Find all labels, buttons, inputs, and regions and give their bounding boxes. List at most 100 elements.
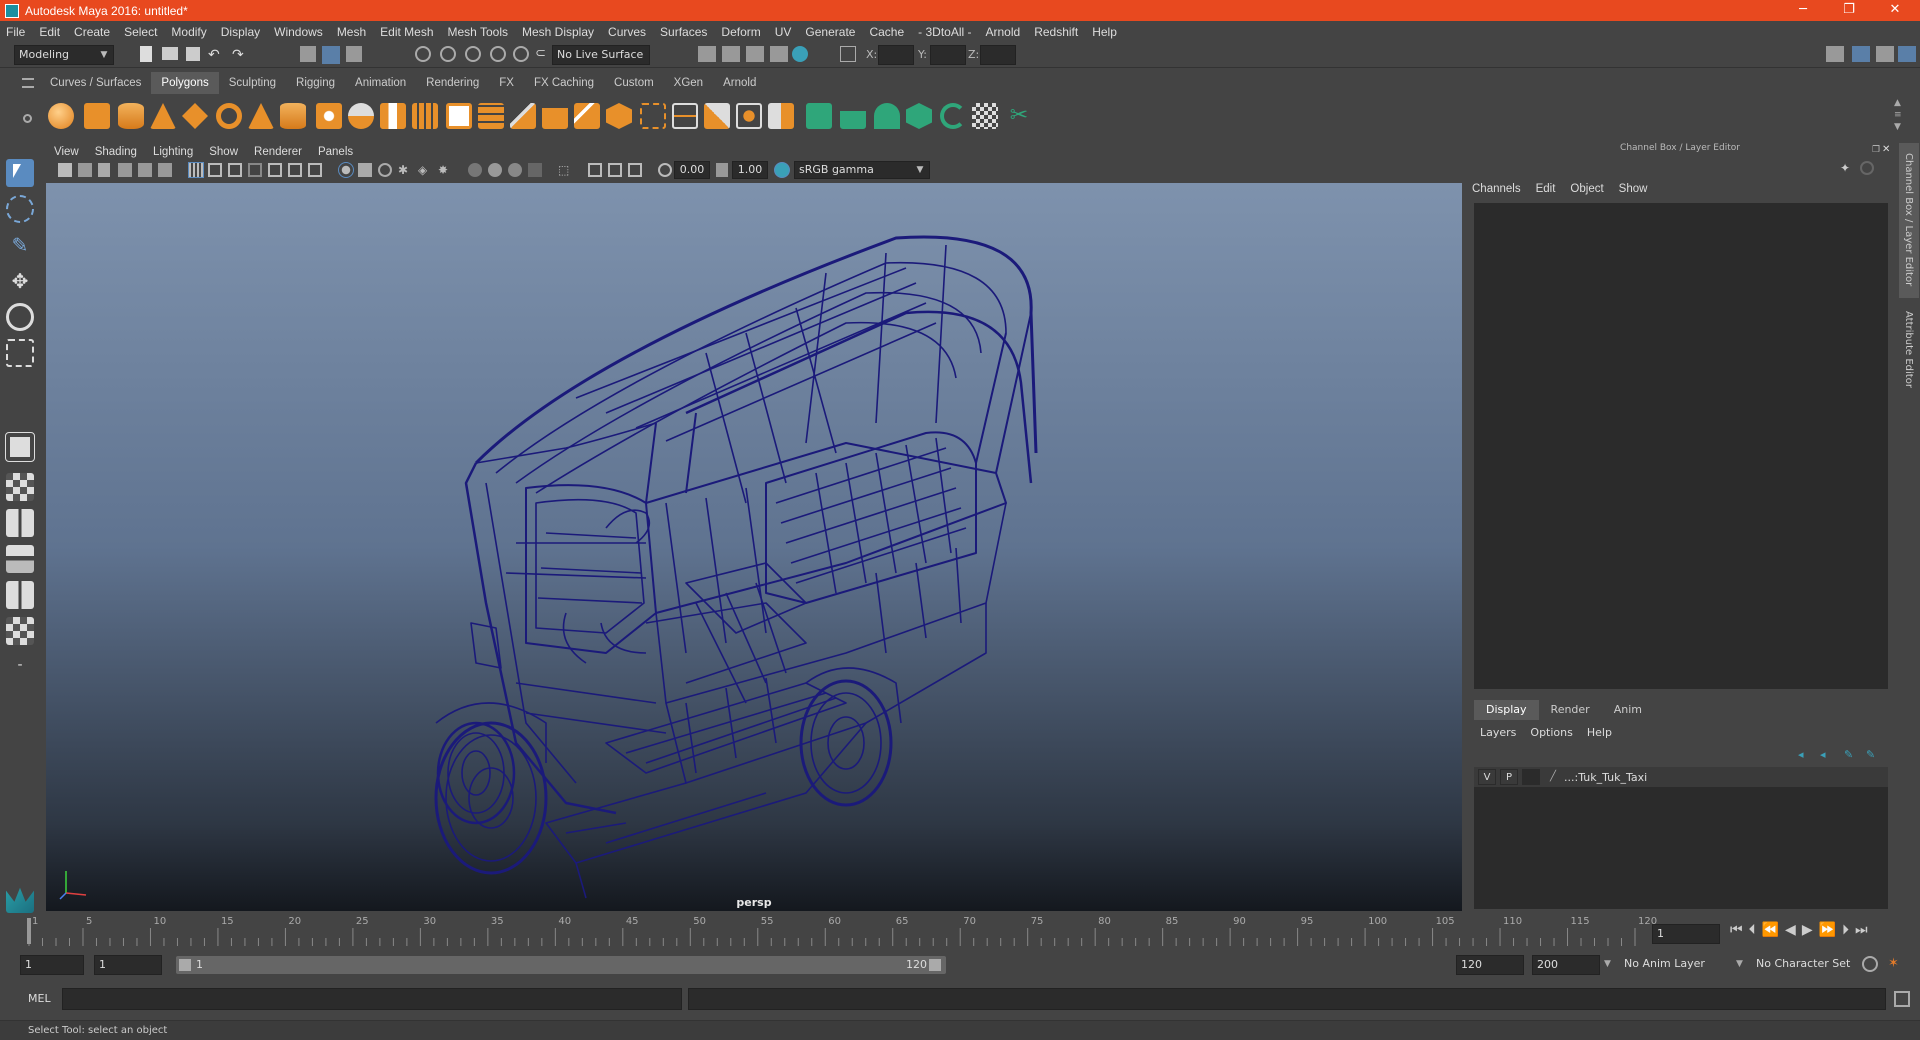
minimize-button[interactable]: ─ (1780, 0, 1826, 21)
menu-display[interactable]: Display (221, 25, 260, 39)
shelf-tab-arnold[interactable]: Arnold (713, 72, 766, 94)
render-frame-icon[interactable] (722, 46, 740, 62)
x-coordinate-field[interactable] (878, 45, 914, 65)
select-camera-icon[interactable] (58, 163, 72, 177)
perspective-viewport[interactable]: persp (46, 183, 1462, 911)
cylindrical-mapping-icon[interactable] (874, 103, 900, 129)
step-back-frame-icon[interactable]: ⏴ (1749, 922, 1762, 938)
screen-space-ao-icon[interactable] (468, 163, 482, 177)
menu-file[interactable]: File (6, 25, 25, 39)
attribute-editor-icon[interactable] (1852, 46, 1870, 62)
append-polygon-icon[interactable] (574, 103, 600, 129)
uv-editor-icon[interactable] (806, 103, 832, 129)
insert-edge-loop-icon[interactable] (640, 103, 666, 129)
play-backwards-icon[interactable]: ◀ (1785, 922, 1802, 938)
smooth-shade-icon[interactable] (358, 163, 372, 177)
viewport-menu-view[interactable]: View (54, 146, 79, 158)
layer-color-icon[interactable]: ╱ (1544, 769, 1562, 785)
shelf-tab-animation[interactable]: Animation (345, 72, 416, 94)
viewport-menu-lighting[interactable]: Lighting (153, 146, 193, 158)
anim-layer-dropdown[interactable]: No Anim Layer (1620, 955, 1740, 975)
paint-select-tool-icon[interactable]: ✎ (6, 231, 34, 259)
shelf-tab-custom[interactable]: Custom (604, 72, 664, 94)
script-editor-icon[interactable] (1894, 991, 1910, 1007)
move-tool-icon[interactable]: ✥ (6, 267, 34, 295)
xray-joints-icon[interactable] (628, 163, 642, 177)
safe-title-icon[interactable] (308, 163, 322, 177)
checker-map-icon[interactable] (972, 103, 998, 129)
menu-help[interactable]: Help (1092, 25, 1117, 39)
range-start-handle[interactable] (179, 959, 191, 971)
show-menu[interactable]: Show (1619, 183, 1648, 195)
rotate-tool-icon[interactable] (6, 303, 34, 331)
layer-playback-toggle[interactable]: P (1500, 769, 1518, 785)
edit-menu[interactable]: Edit (1536, 183, 1556, 195)
exposure-field[interactable]: 0.00 (674, 161, 710, 179)
safe-action-icon[interactable] (288, 163, 302, 177)
exposure-icon[interactable] (658, 163, 672, 177)
new-scene-icon[interactable] (140, 46, 152, 62)
camera-attributes-icon[interactable] (78, 163, 92, 177)
select-hierarchy-icon[interactable] (300, 46, 316, 62)
save-scene-icon[interactable] (186, 47, 200, 61)
color-management-icon[interactable] (774, 162, 790, 178)
side-tab-channel-box[interactable]: Channel Box / Layer Editor (1903, 153, 1914, 286)
layer-display-type[interactable] (1522, 769, 1540, 785)
field-chart-icon[interactable] (268, 163, 282, 177)
hypershade-icon[interactable] (792, 46, 808, 62)
automatic-mapping-icon[interactable] (906, 103, 932, 129)
target-weld-icon[interactable] (704, 103, 730, 129)
channel-box-toggle-icon[interactable]: ✦ (1840, 161, 1854, 175)
layer-tab-display[interactable]: Display (1474, 700, 1539, 720)
view-transform-dropdown[interactable]: sRGB gamma ▼ (794, 161, 930, 179)
side-tab-attribute-editor[interactable]: Attribute Editor (1903, 311, 1914, 388)
menu-mesh-tools[interactable]: Mesh Tools (448, 25, 508, 39)
playback-end-field[interactable]: 120 (1456, 955, 1524, 975)
shelf-tab-polygons[interactable]: Polygons (151, 72, 219, 94)
command-input[interactable] (62, 988, 682, 1010)
snap-curve-icon[interactable] (440, 46, 456, 62)
menu-surfaces[interactable]: Surfaces (660, 25, 707, 39)
poly-cube-icon[interactable] (84, 103, 110, 129)
poly-cone-icon[interactable] (150, 103, 176, 129)
animation-preferences-icon[interactable]: ✶ (1888, 956, 1904, 972)
separate-icon[interactable] (348, 103, 374, 129)
menu-mesh-display[interactable]: Mesh Display (522, 25, 594, 39)
menu-edit[interactable]: Edit (39, 25, 60, 39)
poly-torus-icon[interactable] (216, 103, 242, 129)
poly-sphere-icon[interactable] (48, 103, 74, 129)
smooth-icon[interactable] (412, 103, 438, 129)
motion-blur-icon[interactable] (488, 163, 502, 177)
object-menu[interactable]: Object (1570, 183, 1603, 195)
snap-live-surface-icon[interactable] (513, 46, 529, 62)
animation-start-field[interactable]: 1 (20, 955, 84, 975)
options-menu[interactable]: Options (1530, 726, 1572, 739)
anti-aliasing-icon[interactable] (508, 163, 522, 177)
connect-icon[interactable] (736, 103, 762, 129)
poly-pipe-icon[interactable] (280, 103, 306, 129)
play-forwards-icon[interactable]: ▶ (1802, 922, 1819, 938)
select-tool-icon[interactable] (6, 159, 34, 187)
new-empty-layer-icon[interactable]: ✎ (1844, 748, 1853, 761)
menu-set-dropdown[interactable]: Modeling ▼ (14, 45, 114, 65)
wireframe-shading-icon[interactable] (338, 162, 354, 178)
multi-cut-icon[interactable] (672, 103, 698, 129)
current-frame-field[interactable]: 1 (1652, 924, 1720, 944)
channels-menu[interactable]: Channels (1472, 183, 1521, 195)
menu-3dtoall[interactable]: - 3DtoAll - (918, 25, 971, 39)
grid-icon[interactable] (188, 162, 204, 178)
poly-pyramid-icon[interactable] (248, 103, 274, 129)
menu-create[interactable]: Create (74, 25, 110, 39)
film-gate-icon[interactable] (208, 163, 222, 177)
viewport-menu-shading[interactable]: Shading (95, 146, 137, 158)
lasso-tool-icon[interactable] (6, 195, 34, 223)
move-layer-down-icon[interactable]: ◂ (1820, 748, 1826, 761)
menu-windows[interactable]: Windows (274, 25, 323, 39)
merge-icon[interactable] (768, 103, 794, 129)
modeling-toolkit-icon[interactable] (1826, 46, 1844, 62)
step-forward-key-icon[interactable]: ⏩ (1819, 922, 1842, 938)
textured-icon[interactable]: ✱ (398, 163, 412, 177)
combine-icon[interactable] (316, 103, 342, 129)
xray-active-components-icon[interactable] (608, 163, 622, 177)
open-scene-icon[interactable] (162, 47, 178, 60)
